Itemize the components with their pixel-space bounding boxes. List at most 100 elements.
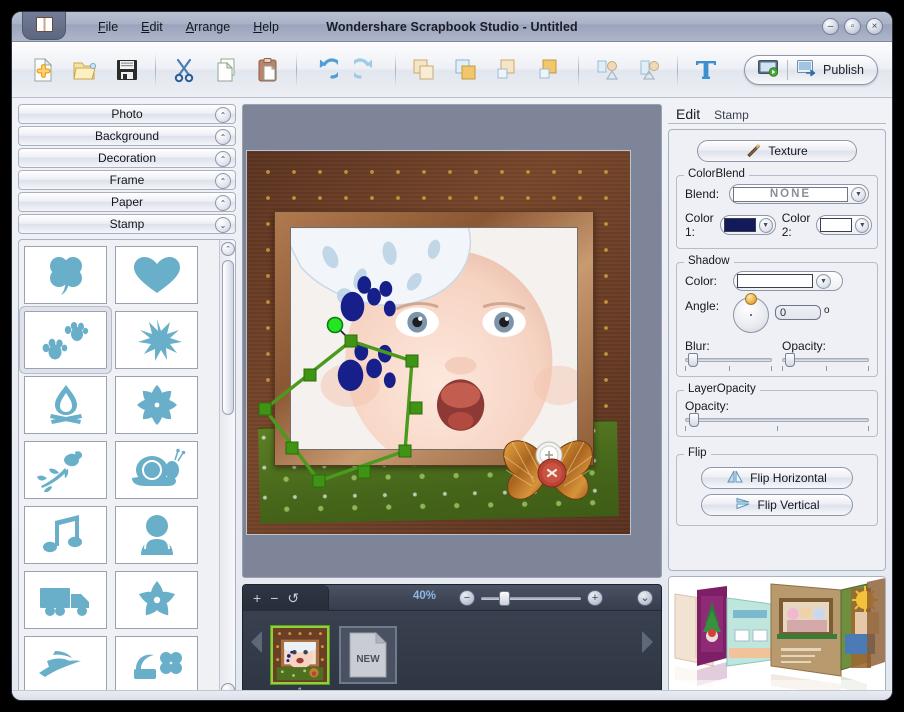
send-to-back-icon[interactable] (403, 49, 445, 91)
color2-swatch[interactable] (820, 218, 852, 232)
bow-decoration[interactable] (500, 426, 596, 504)
sidebar-item-decoration[interactable]: Decoration ⌃ (18, 148, 236, 168)
zoom-slider-thumb[interactable] (499, 591, 510, 606)
grass-stamp[interactable] (24, 636, 107, 694)
status-bar (12, 690, 892, 700)
paw-prints-stamp[interactable] (24, 311, 107, 369)
blend-combo[interactable]: NONE ▼ (729, 184, 869, 204)
add-page-button[interactable]: + (253, 591, 261, 605)
send-backward-icon[interactable] (487, 49, 529, 91)
baby-person-stamp[interactable] (115, 506, 198, 564)
center-panel: + − ↺ 40% − + ⌄ (242, 104, 662, 700)
layeropacity-group: LayerOpacity Opacity: (676, 390, 878, 437)
copy-icon[interactable] (205, 49, 247, 91)
template-preview[interactable] (668, 576, 886, 700)
angle-knob[interactable] (745, 293, 757, 305)
campfire-stamp[interactable] (24, 376, 107, 434)
chevron-up-icon[interactable]: ⌃ (215, 195, 231, 211)
scrollbar-thumb[interactable] (222, 260, 234, 415)
color1-swatch[interactable] (724, 218, 756, 232)
zoom-out-button[interactable]: − (459, 590, 475, 606)
flip-vertical-button[interactable]: Flip Vertical (701, 494, 853, 516)
music-note-stamp[interactable] (24, 506, 107, 564)
undo-page-button[interactable]: ↺ (287, 591, 299, 605)
truck-stamp[interactable] (24, 571, 107, 629)
tab-stamp[interactable]: Stamp (714, 108, 749, 123)
page-filmstrip: + − ↺ 40% − + ⌄ (242, 584, 662, 700)
sidebar-item-background[interactable]: Background ⌃ (18, 126, 236, 146)
sidebar-label-frame: Frame (110, 173, 145, 187)
undo-icon[interactable] (304, 49, 346, 91)
shadow-angle-dial[interactable] (733, 297, 769, 333)
page-thumbnail-1[interactable]: 1 (271, 626, 329, 684)
flip-vertical-icon (734, 497, 750, 513)
shadow-angle-value[interactable]: 0 (775, 305, 821, 320)
paste-clipboard-icon[interactable] (247, 49, 289, 91)
chevron-down-icon[interactable]: ▼ (816, 274, 831, 289)
chevron-up-icon[interactable]: ⌃ (215, 173, 231, 189)
shadow-blur-slider[interactable] (685, 353, 772, 367)
new-icon[interactable] (22, 49, 64, 91)
texture-button[interactable]: Texture (697, 140, 857, 162)
snowflake-flower-stamp[interactable] (115, 376, 198, 434)
degree-unit: o (824, 305, 830, 316)
basket-clover-stamp[interactable] (115, 636, 198, 694)
publish-button[interactable]: Publish (788, 56, 873, 84)
align-left-icon[interactable] (586, 49, 628, 91)
scrapbook-page[interactable] (246, 150, 631, 535)
canvas-area[interactable] (242, 104, 662, 578)
blur-slider-thumb[interactable] (688, 353, 698, 367)
close-button[interactable]: × (866, 18, 883, 35)
sidebar-item-photo[interactable]: Photo ⌃ (18, 104, 236, 124)
zoom-slider-track[interactable] (481, 597, 581, 600)
bring-forward-icon[interactable] (529, 49, 571, 91)
chevron-down-icon[interactable]: ▼ (855, 218, 869, 233)
filmstrip-expand-button[interactable]: ⌄ (637, 590, 653, 606)
chevron-down-icon[interactable]: ⌄ (215, 217, 231, 233)
shadow-opacity-slider[interactable] (782, 353, 869, 367)
chevron-down-icon[interactable]: ▼ (851, 187, 866, 202)
heart-stamp[interactable] (115, 246, 198, 304)
starburst-stamp[interactable] (115, 311, 198, 369)
chevron-up-icon[interactable]: ⌃ (215, 107, 231, 123)
sidebar-item-stamp[interactable]: Stamp ⌄ (18, 214, 236, 234)
layer-opacity-slider[interactable] (685, 413, 869, 427)
minimize-button[interactable]: – (822, 18, 839, 35)
align-right-icon[interactable] (628, 49, 670, 91)
clover-stamp[interactable] (24, 246, 107, 304)
zoom-in-button[interactable]: + (587, 590, 603, 606)
new-page-thumbnail[interactable]: NEW (339, 626, 397, 684)
flower-branch-stamp[interactable] (24, 441, 107, 499)
stamp-gallery: ⌃ ⌄ (18, 239, 236, 700)
tab-edit[interactable]: Edit (676, 106, 700, 123)
sidebar-label-photo: Photo (111, 107, 142, 121)
baby-photo[interactable] (290, 227, 578, 450)
save-floppy-icon[interactable] (106, 49, 148, 91)
chevron-up-icon[interactable]: ⌃ (215, 129, 231, 145)
color2-combo[interactable]: ▼ (816, 215, 872, 235)
chevron-up-icon[interactable]: ⌃ (215, 151, 231, 167)
sidebar-item-frame[interactable]: Frame ⌃ (18, 170, 236, 190)
flip-horizontal-button[interactable]: Flip Horizontal (701, 467, 853, 489)
bring-to-front-icon[interactable] (445, 49, 487, 91)
color1-combo[interactable]: ▼ (720, 215, 776, 235)
shadow-opacity-slider-thumb[interactable] (785, 353, 795, 367)
maximize-button[interactable]: ▫ (844, 18, 861, 35)
chevron-down-icon[interactable]: ▼ (759, 218, 773, 233)
flower-stamp[interactable] (115, 571, 198, 629)
layer-opacity-slider-thumb[interactable] (689, 413, 699, 427)
shadow-color-swatch[interactable] (737, 274, 813, 288)
remove-page-button[interactable]: − (270, 591, 278, 605)
scroll-up-button[interactable]: ⌃ (221, 242, 235, 256)
left-panel: Photo ⌃ Background ⌃ Decoration ⌃ Frame … (18, 104, 236, 700)
redo-icon[interactable] (346, 49, 388, 91)
sidebar-item-paper[interactable]: Paper ⌃ (18, 192, 236, 212)
slideshow-button[interactable] (749, 56, 787, 84)
window-controls: – ▫ × (822, 18, 883, 35)
gallery-scrollbar[interactable]: ⌃ ⌄ (219, 240, 235, 699)
snail-stamp[interactable] (115, 441, 198, 499)
cut-scissors-icon[interactable] (163, 49, 205, 91)
open-folder-icon[interactable] (64, 49, 106, 91)
text-tool-icon[interactable] (685, 49, 727, 91)
shadow-color-combo[interactable]: ▼ (733, 271, 843, 291)
